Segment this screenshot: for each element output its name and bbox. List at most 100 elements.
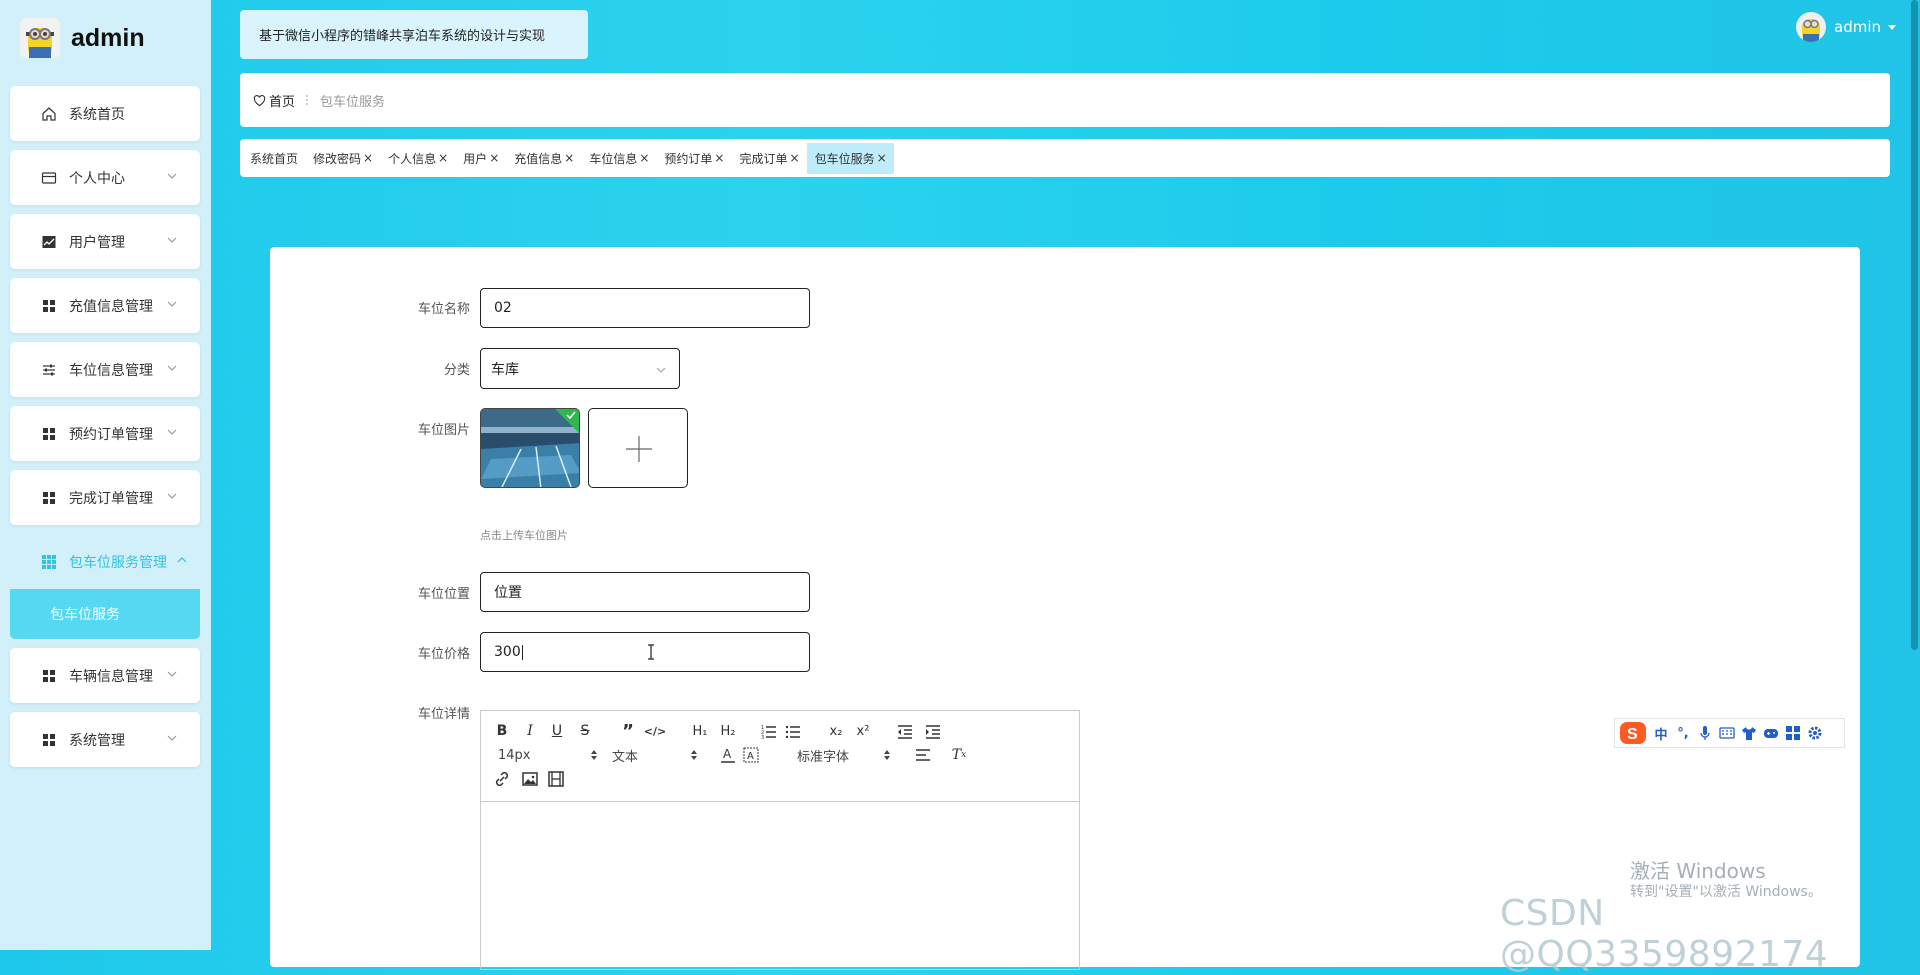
bold-icon[interactable]: B [493,722,511,740]
location-label: 车位位置 [417,587,470,602]
sidebar-item-users[interactable]: 用户管理 [10,214,200,269]
superscript-icon[interactable]: x² [854,722,872,740]
editor-content[interactable] [481,802,1079,969]
admin-avatar-icon [20,18,60,58]
heading1-icon[interactable]: H₁ [689,722,711,740]
tab-users[interactable]: 用户 × [455,143,506,174]
tab-close-icon[interactable]: × [877,151,887,165]
sogou-logo-icon[interactable]: S [1619,721,1647,745]
italic-icon[interactable]: I [521,722,539,740]
skin-shirt-icon[interactable] [1741,725,1757,741]
outdent-icon[interactable] [896,723,914,741]
underline-icon[interactable]: U [548,722,566,740]
sidebar-item-home[interactable]: 系统首页 [10,86,200,141]
name-field[interactable]: 02 [480,288,810,328]
settings-gear-icon[interactable] [1807,725,1823,741]
tab-parking-info[interactable]: 车位信息 × [581,143,656,174]
breadcrumb-home[interactable]: 首页 [269,91,295,110]
sidebar-item-label: 充值信息管理 [69,299,153,315]
video-icon[interactable] [547,770,565,788]
tab-change-password[interactable]: 修改密码 × [305,143,380,174]
image-icon[interactable] [521,770,539,788]
indent-icon[interactable] [924,723,942,741]
tab-home[interactable]: 系统首页 [242,143,305,174]
text-type-select[interactable]: 文本 [612,746,697,765]
rich-text-editor: B I U S ” </> H₁ H₂ 123 x₂ x² 14px 文本 A … [480,710,1080,970]
chevron-down-icon [167,173,177,179]
breadcrumb-separator-icon [306,95,309,105]
tab-label: 预约订单 [664,151,713,166]
toolbox-grid-icon[interactable] [1785,725,1801,741]
tab-label: 车位信息 [589,151,638,166]
sidebar-item-parking-info[interactable]: 车位信息管理 [10,342,200,397]
user-name: admin [1834,18,1881,36]
tab-reservations[interactable]: 预约订单 × [656,143,731,174]
activate-windows-title: 激活 Windows [1630,859,1766,883]
ordered-list-icon[interactable]: 123 [760,723,778,741]
tab-close-icon[interactable]: × [564,151,574,165]
tab-close-icon[interactable]: × [714,151,724,165]
sidebar-item-system[interactable]: 系统管理 [10,712,200,767]
chevron-up-icon [177,557,187,563]
align-icon[interactable] [914,746,932,764]
sidebar-item-reservations[interactable]: 预约订单管理 [10,406,200,461]
category-value: 车库 [491,361,519,378]
system-title-box: 基于微信小程序的错峰共享泊车系统的设计与实现 [240,10,588,59]
tab-personal-info[interactable]: 个人信息 × [380,143,455,174]
svg-text:A: A [747,751,754,762]
tab-close-icon[interactable]: × [790,151,800,165]
tab-completed[interactable]: 完成订单 × [731,143,806,174]
price-field[interactable]: 300 [480,632,810,672]
tab-recharge[interactable]: 充值信息 × [506,143,581,174]
keyboard-icon[interactable] [1719,725,1735,741]
font-color-icon[interactable]: A [719,746,737,764]
text-cursor [521,644,523,660]
sidebar-item-label: 个人中心 [69,171,125,187]
name-label: 车位名称 [417,302,470,317]
location-field[interactable]: 位置 [480,572,810,612]
category-select[interactable]: 车库 [480,348,680,389]
heading2-icon[interactable]: H₂ [717,722,739,740]
gamepad-icon[interactable] [1763,725,1779,741]
blockquote-icon[interactable]: ” [619,721,637,742]
microphone-icon[interactable] [1697,725,1713,741]
user-menu[interactable]: admin [1796,11,1897,43]
svg-text:3: 3 [761,735,764,741]
tab-close-icon[interactable]: × [639,151,649,165]
sidebar-item-package-service[interactable]: 包车位服务管理 [10,534,200,589]
link-icon[interactable] [493,770,511,788]
font-size-select[interactable]: 14px [498,746,597,764]
bullet-list-icon[interactable] [784,723,802,741]
up-down-arrows-icon [884,750,890,760]
chevron-down-icon [167,671,177,677]
sidebar-item-personal[interactable]: 个人中心 [10,150,200,205]
editor-toolbar: B I U S ” </> H₁ H₂ 123 x₂ x² 14px 文本 A … [481,711,1079,802]
plus-icon [626,436,652,462]
parking-image-thumbnail[interactable] [480,408,580,488]
sidebar-item-vehicles[interactable]: 车辆信息管理 [10,648,200,703]
scrollbar-thumb[interactable] [1911,0,1918,650]
tab-close-icon[interactable]: × [438,151,448,165]
upload-image-button[interactable] [588,408,688,488]
background-color-icon[interactable]: A [742,746,760,764]
ime-chinese-mode[interactable]: 中 [1653,725,1669,743]
ime-punctuation[interactable]: °, [1675,725,1691,741]
sidebar-menu: 系统首页 个人中心 用户管理 充值信息管理 车位信息管理 预约订单管理 完成订单… [10,86,200,776]
strikethrough-icon[interactable]: S [576,722,594,740]
sidebar-subitem-package-service[interactable]: 包车位服务 [10,589,200,639]
price-label: 车位价格 [417,647,470,662]
grid-icon [43,428,55,440]
tab-close-icon[interactable]: × [363,151,373,165]
tab-close-icon[interactable]: × [489,151,499,165]
code-block-icon[interactable]: </> [644,722,666,740]
clear-format-icon[interactable]: Tx [950,746,968,764]
tab-package-service[interactable]: 包车位服务 × [806,142,894,174]
sidebar-item-recharge[interactable]: 充值信息管理 [10,278,200,333]
subscript-icon[interactable]: x₂ [827,722,845,740]
sidebar-item-completed[interactable]: 完成订单管理 [10,470,200,525]
svg-text:S: S [1627,726,1638,743]
chevron-down-icon [167,735,177,741]
svg-text:A: A [723,747,732,761]
font-family-select[interactable]: 标准字体 [797,746,892,765]
font-size-value: 14px [498,747,531,763]
